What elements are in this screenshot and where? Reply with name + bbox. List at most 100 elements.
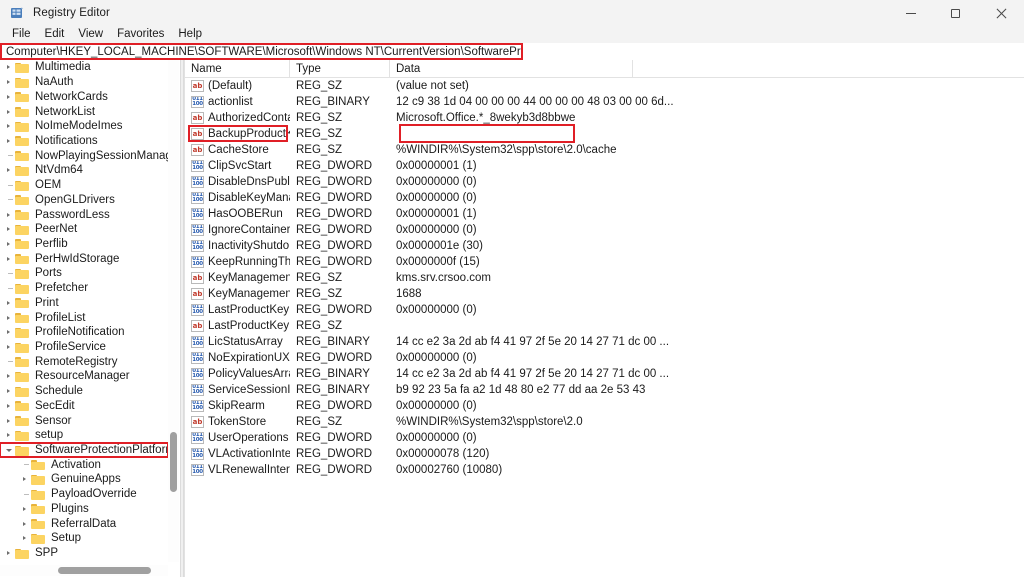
address-bar[interactable]: Computer\HKEY_LOCAL_MACHINE\SOFTWARE\Mic… (0, 43, 523, 60)
menu-item-file[interactable]: File (5, 26, 38, 43)
value-row[interactable]: ab AuthorizedConta... REG_SZ Microsoft.Offi… (185, 110, 1024, 126)
tree-item-ports[interactable]: Ports (0, 266, 168, 281)
value-row[interactable]: ab KeyManagement... REG_SZ 1688 (185, 286, 1024, 302)
tree-item-noimemodeimes[interactable]: NoImeModeImes (0, 119, 168, 134)
tree-item-setup[interactable]: Setup (0, 531, 168, 546)
chevron-right-icon[interactable] (2, 325, 15, 339)
chevron-right-icon[interactable] (2, 60, 15, 74)
tree-item-plugins[interactable]: Plugins (0, 502, 168, 517)
value-row[interactable]: 011 100 LicStatusArray REG_BINARY 14 cc e2 3… (185, 334, 1024, 350)
chevron-right-icon[interactable] (2, 428, 15, 442)
tree-item-nowplayingsessionmanager[interactable]: NowPlayingSessionManager (0, 148, 168, 163)
chevron-right-icon[interactable] (2, 208, 15, 222)
tree-item-naauth[interactable]: NaAuth (0, 75, 168, 90)
menu-item-view[interactable]: View (71, 26, 110, 43)
value-row[interactable]: ab LastProductKeyPid REG_SZ (185, 318, 1024, 334)
chevron-right-icon[interactable] (2, 163, 15, 177)
tree-vertical-scroll-thumb[interactable] (170, 432, 177, 492)
pane-splitter[interactable] (180, 60, 184, 577)
tree-item-genuineapps[interactable]: GenuineApps (0, 472, 168, 487)
registry-tree[interactable]: Multimedia NaAuth NetworkCards NetworkList N… (0, 60, 168, 562)
tree-item-softwareprotectionplatform[interactable]: SoftwareProtectionPlatform (0, 441, 168, 459)
chevron-right-icon[interactable] (2, 546, 15, 560)
column-header-data[interactable]: Data (390, 60, 633, 78)
chevron-right-icon[interactable] (18, 472, 31, 486)
chevron-right-icon[interactable] (2, 414, 15, 428)
maximize-button[interactable] (933, 0, 978, 26)
value-row[interactable]: 011 100 NoExpirationUX REG_DWORD 0x00000000 … (185, 350, 1024, 366)
value-row[interactable]: ab TokenStore REG_SZ %WINDIR%\System32\spp\… (185, 414, 1024, 430)
chevron-right-icon[interactable] (18, 502, 31, 516)
chevron-right-icon[interactable] (2, 75, 15, 89)
value-row[interactable]: 011 100 InactivityShutdo... REG_DWORD 0x0000… (185, 238, 1024, 254)
chevron-right-icon[interactable] (2, 384, 15, 398)
value-row[interactable]: 011 100 HasOOBERun REG_DWORD 0x00000001 (1) (185, 206, 1024, 222)
tree-item-perflib[interactable]: Perflib (0, 237, 168, 252)
column-header-type[interactable]: Type (290, 60, 390, 78)
value-row[interactable]: ab KeyManagement... REG_SZ kms.srv.crsoo.co… (185, 270, 1024, 286)
chevron-right-icon[interactable] (2, 340, 15, 354)
tree-item-sensor[interactable]: Sensor (0, 413, 168, 428)
tree-item-notifications[interactable]: Notifications (0, 134, 168, 149)
value-row[interactable]: 011100 DisableKeyMana... REG_DWORD 0x000000… (185, 190, 1024, 206)
chevron-right-icon[interactable] (2, 311, 15, 325)
menu-item-help[interactable]: Help (171, 26, 209, 43)
chevron-right-icon[interactable] (18, 517, 31, 531)
tree-item-perhwidstorage[interactable]: PerHwIdStorage (0, 251, 168, 266)
value-row[interactable]: 011 100 actionlist REG_BINARY 12 c9 38 1d 04… (185, 94, 1024, 110)
chevron-right-icon[interactable] (2, 90, 15, 104)
tree-item-spp[interactable]: SPP (0, 546, 168, 561)
tree-item-profilenotification[interactable]: ProfileNotification (0, 325, 168, 340)
tree-item-profileservice[interactable]: ProfileService (0, 340, 168, 355)
close-button[interactable] (978, 0, 1024, 26)
tree-item-secedit[interactable]: SecEdit (0, 399, 168, 414)
chevron-down-icon[interactable] (2, 443, 15, 457)
tree-horizontal-scroll-thumb[interactable] (58, 567, 151, 574)
tree-item-activation[interactable]: Activation (0, 457, 168, 472)
menu-item-edit[interactable]: Edit (38, 26, 72, 43)
chevron-right-icon[interactable] (2, 399, 15, 413)
tree-item-ntvdm64[interactable]: NtVdm64 (0, 163, 168, 178)
chevron-right-icon[interactable] (2, 105, 15, 119)
chevron-right-icon[interactable] (2, 222, 15, 236)
value-row[interactable]: 011100 VLActivationInter... REG_DWORD 0x000… (185, 446, 1024, 462)
tree-item-remoteregistry[interactable]: RemoteRegistry (0, 354, 168, 369)
chevron-right-icon[interactable] (2, 134, 15, 148)
tree-item-passwordless[interactable]: PasswordLess (0, 207, 168, 222)
chevron-right-icon[interactable] (2, 296, 15, 310)
tree-horizontal-scrollbar[interactable] (0, 565, 168, 576)
value-row[interactable]: 011 100 ServiceSessionId REG_BINARY b9 92 23… (185, 382, 1024, 398)
value-row[interactable]: 011100 LastProductKeyE... REG_DWORD 0x00000… (185, 302, 1024, 318)
tree-item-oem[interactable]: OEM (0, 178, 168, 193)
value-row[interactable]: 011 100 ClipSvcStart REG_DWORD 0x00000001 (1… (185, 158, 1024, 174)
value-row[interactable]: 011 100 SkipRearm REG_DWORD 0x00000000 (0) (185, 398, 1024, 414)
tree-item-print[interactable]: Print (0, 296, 168, 311)
value-row[interactable]: 011100 IgnoreContainer... REG_DWORD 0x00000… (185, 222, 1024, 238)
chevron-right-icon[interactable] (2, 252, 15, 266)
tree-item-referraldata[interactable]: ReferralData (0, 516, 168, 531)
tree-item-networkcards[interactable]: NetworkCards (0, 89, 168, 104)
chevron-right-icon[interactable] (18, 531, 31, 545)
tree-item-peernet[interactable]: PeerNet (0, 222, 168, 237)
value-row[interactable]: 011100 PolicyValuesArray REG_BINARY 14 cc e… (185, 366, 1024, 382)
tree-item-resourcemanager[interactable]: ResourceManager (0, 369, 168, 384)
value-row[interactable]: ab BackupProductK... REG_SZ (185, 124, 1024, 143)
value-row[interactable]: 011 100 UserOperations REG_DWORD 0x00000000 … (185, 430, 1024, 446)
tree-item-schedule[interactable]: Schedule (0, 384, 168, 399)
registry-values-list[interactable]: ab (Default) REG_SZ (value not set) 011 100 ac… (185, 78, 1024, 478)
value-row[interactable]: 011100 KeepRunningThr... REG_DWORD 0x000000… (185, 254, 1024, 270)
menu-item-favorites[interactable]: Favorites (110, 26, 171, 43)
minimize-button[interactable] (888, 0, 933, 26)
tree-vertical-scrollbar[interactable] (168, 60, 179, 562)
tree-item-setup[interactable]: setup (0, 428, 168, 443)
tree-item-networklist[interactable]: NetworkList (0, 104, 168, 119)
tree-item-payloadoverride[interactable]: PayloadOverride (0, 487, 168, 502)
chevron-right-icon[interactable] (2, 119, 15, 133)
chevron-right-icon[interactable] (2, 237, 15, 251)
tree-item-prefetcher[interactable]: Prefetcher (0, 281, 168, 296)
value-row[interactable]: 011100 DisableDnsPubli... REG_DWORD 0x00000… (185, 174, 1024, 190)
column-header-name[interactable]: Name (185, 60, 290, 78)
tree-item-multimedia[interactable]: Multimedia (0, 60, 168, 75)
tree-item-profilelist[interactable]: ProfileList (0, 310, 168, 325)
value-row[interactable]: 011100 VLRenewalInterval REG_DWORD 0x000027… (185, 462, 1024, 478)
